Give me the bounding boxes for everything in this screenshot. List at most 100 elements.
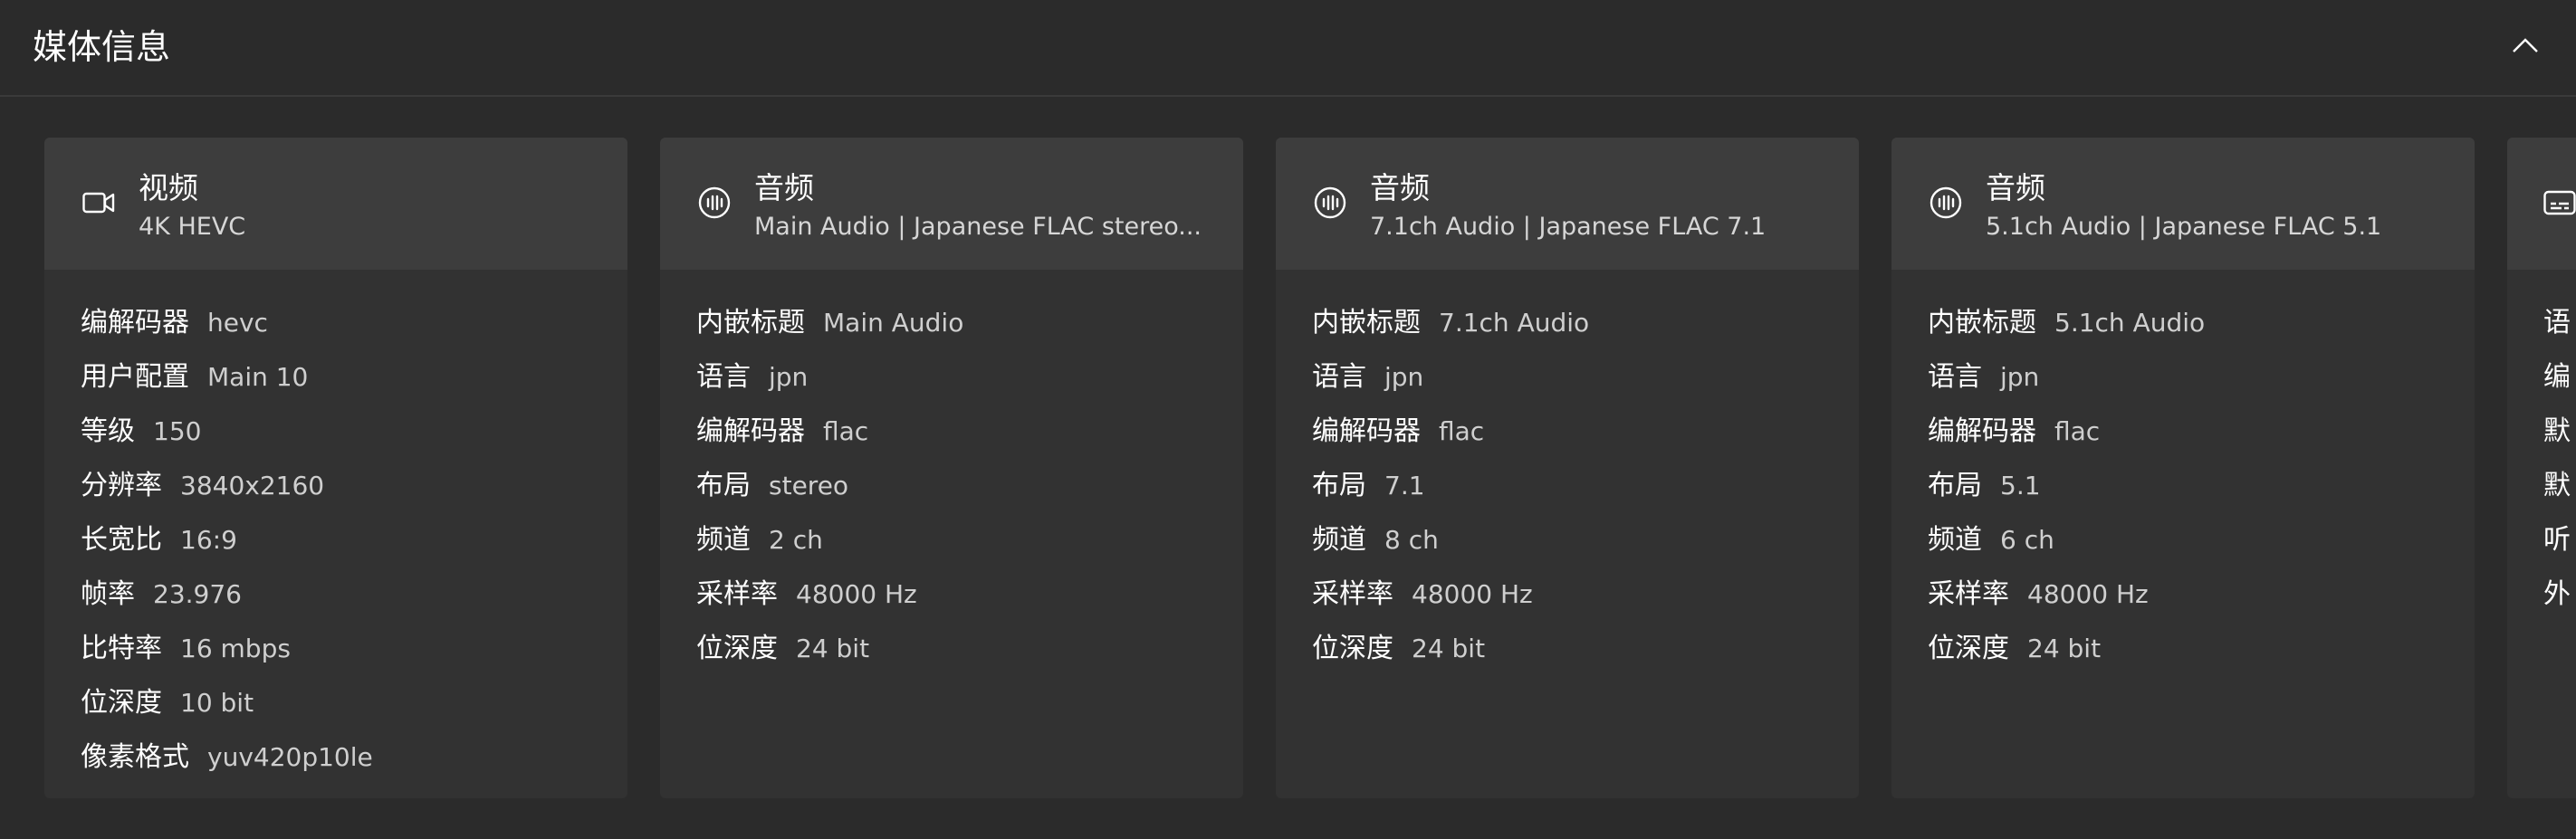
property-label: 帧率 xyxy=(81,578,135,610)
property-value: 5.1ch Audio xyxy=(2054,308,2206,338)
stream-properties: 内嵌标题 7.1ch Audio 语言 jpn 编解码器 flac 布局 7.1 频道 8… xyxy=(1312,296,1841,676)
property-value: jpn xyxy=(2000,362,2040,392)
property-label: 编 xyxy=(2543,361,2571,393)
stream-title: 音频 xyxy=(1370,170,1430,205)
stream-properties: 语 编 默 默 听 外 xyxy=(2543,296,2576,622)
property-label: 采样率 xyxy=(1312,578,1393,610)
stream-properties: 内嵌标题 Main Audio 语言 jpn 编解码器 flac 布局 stereo 频… xyxy=(696,296,1225,676)
stream-subtitle: 4K HEVC xyxy=(139,213,246,241)
property-value: 48000 Hz xyxy=(1412,579,1533,609)
property-value: 24 bit xyxy=(2027,634,2102,663)
stream-subtitle: Main Audio | Japanese FLAC stereo... xyxy=(754,213,1202,241)
property-row: 比特率 16 mbps xyxy=(81,622,609,676)
property-value: 48000 Hz xyxy=(2027,579,2149,609)
stream-card-header: 音频 Main Audio | Japanese FLAC stereo... xyxy=(660,138,1243,270)
stream-properties: 编解码器 hevc 用户配置 Main 10 等级 150 分辨率 3840x2160 … xyxy=(81,296,609,785)
property-value: yuv420p10le xyxy=(207,742,373,772)
property-row: 帧率 23.976 xyxy=(81,567,609,622)
property-value: 7.1ch Audio xyxy=(1439,308,1590,338)
property-row: 等级 150 xyxy=(81,405,609,459)
subtitle-icon xyxy=(2542,185,2576,221)
property-row: 采样率 48000 Hz xyxy=(1928,567,2456,622)
property-value: 24 bit xyxy=(1412,634,1486,663)
property-row: 布局 7.1 xyxy=(1312,459,1841,513)
stream-title: 音频 xyxy=(1986,170,2045,205)
property-value: 150 xyxy=(153,416,202,446)
property-label: 频道 xyxy=(1928,524,1982,556)
property-label: 布局 xyxy=(1928,470,1982,501)
property-row: 位深度 24 bit xyxy=(1928,622,2456,676)
property-label: 用户配置 xyxy=(81,361,189,393)
property-label: 比特率 xyxy=(81,633,162,664)
property-label: 编解码器 xyxy=(1312,415,1421,447)
property-value: flac xyxy=(2054,416,2101,446)
media-info-title: 媒体信息 xyxy=(33,27,171,67)
property-label: 采样率 xyxy=(696,578,778,610)
property-value: 2 ch xyxy=(769,525,823,555)
stream-properties: 内嵌标题 5.1ch Audio 语言 jpn 编解码器 flac 布局 5.1 频道 6… xyxy=(1928,296,2456,676)
property-row: 语言 jpn xyxy=(696,350,1225,405)
property-label: 频道 xyxy=(696,524,751,556)
property-row: 位深度 24 bit xyxy=(696,622,1225,676)
stream-card-header xyxy=(2507,138,2576,270)
property-row: 内嵌标题 5.1ch Audio xyxy=(1928,296,2456,350)
property-label: 位深度 xyxy=(1928,633,2009,664)
media-info-header: 媒体信息 xyxy=(0,0,2576,97)
property-row: 听 xyxy=(2543,513,2576,567)
stream-card-audio[interactable]: 音频 Main Audio | Japanese FLAC stereo... … xyxy=(660,138,1243,798)
property-value: stereo xyxy=(769,471,849,501)
property-value: 6 ch xyxy=(2000,525,2054,555)
property-label: 编解码器 xyxy=(81,307,189,338)
property-value: 10 bit xyxy=(180,688,254,718)
media-streams-strip[interactable]: 视频 4K HEVC 编解码器 hevc 用户配置 Main 10 等级 150 分辨… xyxy=(0,98,2576,839)
property-value: Main 10 xyxy=(207,362,309,392)
property-label: 位深度 xyxy=(1312,633,1393,664)
stream-card-subtitle[interactable]: 语 编 默 默 听 外 xyxy=(2507,138,2576,798)
stream-card-video[interactable]: 视频 4K HEVC 编解码器 hevc 用户配置 Main 10 等级 150 分辨… xyxy=(44,138,627,798)
property-value: 23.976 xyxy=(153,579,242,609)
property-row: 语言 jpn xyxy=(1928,350,2456,405)
property-label: 长宽比 xyxy=(81,524,162,556)
property-label: 位深度 xyxy=(696,633,778,664)
property-label: 位深度 xyxy=(81,687,162,719)
property-row: 频道 8 ch xyxy=(1312,513,1841,567)
stream-card-header: 视频 4K HEVC xyxy=(44,138,627,270)
property-label: 布局 xyxy=(1312,470,1366,501)
property-label: 外 xyxy=(2543,578,2571,610)
stream-title: 音频 xyxy=(754,170,814,205)
property-label: 编解码器 xyxy=(696,415,805,447)
property-row: 长宽比 16:9 xyxy=(81,513,609,567)
property-row: 频道 2 ch xyxy=(696,513,1225,567)
property-value: hevc xyxy=(207,308,268,338)
property-row: 语言 jpn xyxy=(1312,350,1841,405)
property-label: 语 xyxy=(2543,307,2571,338)
property-label: 听 xyxy=(2543,524,2571,556)
property-label: 等级 xyxy=(81,415,135,447)
property-row: 内嵌标题 Main Audio xyxy=(696,296,1225,350)
property-row: 默 xyxy=(2543,405,2576,459)
property-row: 采样率 48000 Hz xyxy=(696,567,1225,622)
property-label: 内嵌标题 xyxy=(1928,307,2036,338)
property-label: 分辨率 xyxy=(81,470,162,501)
stream-subtitle: 7.1ch Audio | Japanese FLAC 7.1 xyxy=(1370,213,1767,241)
property-row: 用户配置 Main 10 xyxy=(81,350,609,405)
property-row: 语 xyxy=(2543,296,2576,350)
property-row: 布局 stereo xyxy=(696,459,1225,513)
stream-card-audio[interactable]: 音频 5.1ch Audio | Japanese FLAC 5.1 内嵌标题 5… xyxy=(1891,138,2475,798)
property-value: jpn xyxy=(769,362,809,392)
audio-icon xyxy=(1928,185,1964,221)
property-row: 频道 6 ch xyxy=(1928,513,2456,567)
property-label: 默 xyxy=(2543,415,2571,447)
stream-title: 视频 xyxy=(139,170,198,205)
collapse-button[interactable] xyxy=(2500,22,2551,72)
stream-card-header: 音频 7.1ch Audio | Japanese FLAC 7.1 xyxy=(1276,138,1859,270)
property-label: 默 xyxy=(2543,470,2571,501)
property-value: Main Audio xyxy=(823,308,964,338)
property-value: 16 mbps xyxy=(180,634,291,663)
property-value: 7.1 xyxy=(1384,471,1425,501)
stream-card-audio[interactable]: 音频 7.1ch Audio | Japanese FLAC 7.1 内嵌标题 7… xyxy=(1276,138,1859,798)
property-value: 24 bit xyxy=(796,634,870,663)
stream-subtitle: 5.1ch Audio | Japanese FLAC 5.1 xyxy=(1986,213,2382,241)
stream-card-header: 音频 5.1ch Audio | Japanese FLAC 5.1 xyxy=(1891,138,2475,270)
property-value: 48000 Hz xyxy=(796,579,917,609)
